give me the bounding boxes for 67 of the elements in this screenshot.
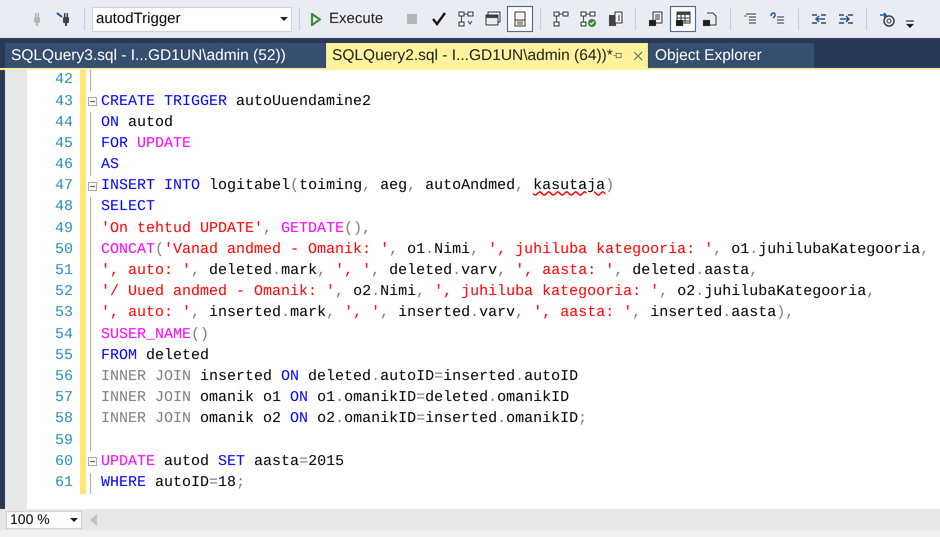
diagram-icon	[553, 11, 570, 27]
code-line: FROM deleted	[101, 346, 210, 366]
diagram-icon	[580, 11, 596, 27]
code-line: WHERE autoID=18;	[101, 472, 246, 493]
line-number: 60	[54, 452, 73, 472]
code-line: INNER JOIN omanik o1 ON o1.omanikID=deleted.omanikID	[101, 388, 570, 408]
server-icon	[607, 11, 624, 27]
line-number: 52	[54, 282, 73, 302]
execute-button[interactable]: Execute	[307, 6, 388, 32]
line-number: 50	[54, 240, 73, 260]
arrow-icon	[879, 11, 896, 27]
line-number: 42	[54, 70, 73, 90]
caret-icon	[280, 17, 288, 21]
toolbar-button[interactable]	[507, 6, 534, 32]
collapse-icon[interactable]	[88, 97, 97, 106]
code-line: INNER JOIN omanik o2 ON o2.omanikID=inserted.omanikID;	[101, 409, 588, 430]
document-icon	[648, 11, 664, 27]
document-tab[interactable]: Object Explorer	[649, 43, 814, 68]
line-number: 54	[54, 324, 73, 345]
caret-icon	[70, 518, 78, 522]
code-line: SUSER_NAME()	[101, 324, 210, 345]
code-line: UPDATE autod SET aasta=2015	[101, 452, 344, 472]
line-number: 61	[54, 472, 73, 493]
line-number: 57	[54, 388, 73, 408]
line-number: 46	[54, 155, 73, 176]
file-icon	[702, 11, 718, 27]
line-number: 48	[54, 197, 73, 218]
code-line: SELECT	[101, 197, 156, 218]
zoom-dropdown[interactable]: 100 %	[6, 510, 82, 528]
code-line: CONCAT('Vanad andmed - Omanik: ', o1.Nimi, ', juhiluba kategooria: ', o1.juhilubaKategooria,	[101, 240, 930, 260]
collapse-icon[interactable]	[88, 182, 97, 192]
line-number: 56	[54, 366, 73, 387]
diagram-icon	[458, 11, 474, 27]
code-line: '/ Uued andmed - Omanik: ', o2.Nimi, ', juhiluba kategooria: ', o2.juhilubaKategooria,	[101, 282, 876, 302]
pin-icon[interactable]	[612, 51, 622, 60]
plug-icon	[56, 11, 72, 27]
database-dropdown[interactable]: autodTrigger	[92, 6, 292, 32]
toolbar-button[interactable]	[670, 6, 696, 32]
line-number: 53	[54, 303, 73, 324]
line-number: 59	[54, 430, 73, 451]
line-number: 47	[54, 176, 73, 196]
code-line: ', auto: ', deleted.mark, ', ', deleted.varv, ', aasta: ', deleted.aasta,	[101, 261, 758, 282]
code-line: INSERT INTO logitabel(toiming, aeg, autoAndmed, kasutaja)	[101, 176, 614, 196]
line-number: 51	[54, 261, 73, 282]
line-number: 58	[54, 409, 73, 430]
code-line: ', auto: ', inserted.mark, ', ', inserted.varv, ', aasta: ', inserted.aasta),	[101, 303, 794, 324]
code-line: 'On tehtud UPDATE', GETDATE(),	[101, 218, 372, 239]
line-number: 45	[54, 134, 73, 154]
document-tab[interactable]: SQLQuery2.sql - I...GD1UN\admin (64))*	[326, 43, 648, 68]
collapse-icon[interactable]	[88, 457, 97, 466]
close-icon[interactable]	[634, 50, 642, 60]
line-number: 49	[54, 218, 73, 239]
grid-icon	[675, 11, 692, 27]
code-line: AS	[101, 155, 120, 176]
code-line: CREATE TRIGGER autoUuendamine2	[101, 92, 372, 112]
code-line: ON autod	[101, 112, 174, 133]
overflow-icon[interactable]	[905, 20, 916, 28]
window-icon	[485, 11, 502, 27]
play-icon	[311, 12, 321, 26]
code-line: INNER JOIN inserted ON deleted.autoID=inserted.autoID	[101, 366, 578, 387]
code-line: FOR UPDATE	[101, 134, 192, 154]
panel-icon	[512, 11, 528, 27]
line-number: 55	[54, 346, 73, 366]
line-number: 44	[54, 112, 73, 133]
check-icon	[431, 11, 448, 27]
line-number: 43	[54, 92, 73, 112]
document-tab[interactable]: SQLQuery3.sql - I...GD1UN\admin (52))	[5, 43, 325, 68]
